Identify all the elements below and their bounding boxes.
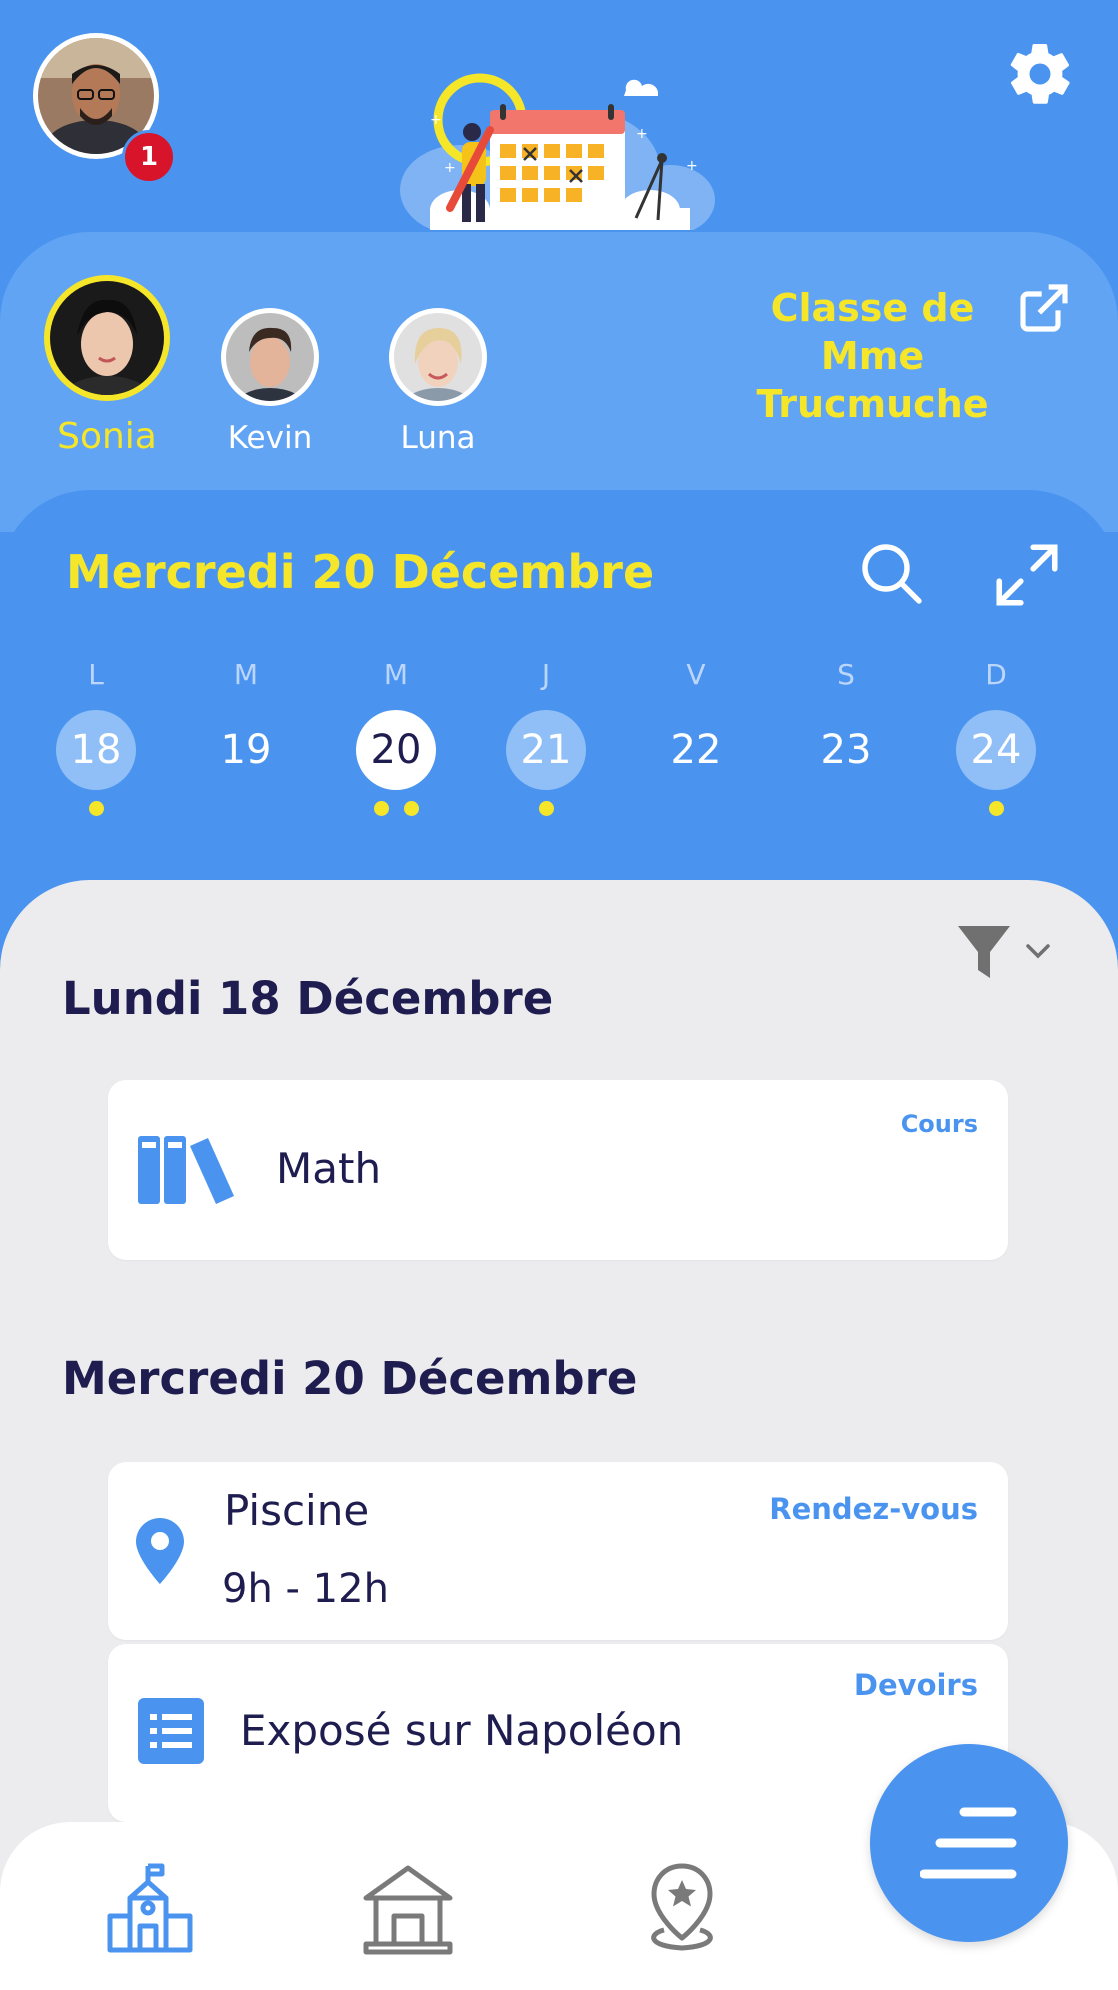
class-link[interactable]: Classe de Mme Trucmuche	[740, 284, 1005, 428]
child-avatar-kevin	[221, 308, 319, 406]
child-name-kevin: Kevin	[227, 420, 313, 456]
svg-text:+: +	[444, 160, 456, 176]
location-star-icon[interactable]	[634, 1860, 730, 1956]
child-selector-luna[interactable]: Luna	[380, 308, 496, 456]
item-type-label: Devoirs	[853, 1668, 978, 1702]
day-of-week-label: D	[985, 658, 1007, 691]
calendar-day-21[interactable]: 21	[506, 710, 586, 790]
search-icon[interactable]	[856, 538, 928, 610]
child-selector-sonia[interactable]: Sonia	[40, 274, 174, 457]
event-indicator-dot	[538, 801, 554, 816]
child-name-sonia: Sonia	[57, 416, 157, 457]
filter-icon	[958, 926, 1010, 978]
gear-icon[interactable]	[1004, 38, 1076, 110]
agenda-item-expose[interactable]: Devoirs Exposé sur Napoléon	[108, 1644, 1008, 1822]
calendar-illustration: + + + +	[400, 73, 715, 230]
filter-dropdown[interactable]	[952, 920, 1072, 984]
item-type-label: Rendez-vous	[769, 1492, 978, 1526]
day-of-week-label: S	[837, 658, 855, 691]
chevron-down-icon	[1026, 944, 1050, 959]
class-label-line: Mme	[820, 334, 925, 378]
item-time: 9h - 12h	[222, 1566, 389, 1612]
day-of-week-label: M	[233, 658, 259, 691]
child-avatar-luna	[389, 308, 487, 406]
child-name-luna: Luna	[400, 420, 476, 456]
agenda-item-piscine[interactable]: Rendez-vous Piscine 9h - 12h	[108, 1462, 1008, 1640]
event-indicator-dot	[988, 801, 1004, 816]
child-selector-kevin[interactable]: Kevin	[212, 308, 328, 456]
calendar-day-24[interactable]: 24	[956, 710, 1036, 790]
item-type-label: Cours	[900, 1110, 978, 1138]
day-of-week-label: L	[88, 658, 104, 691]
school-icon[interactable]	[102, 1860, 198, 1956]
books-icon	[138, 1136, 234, 1204]
item-title: Piscine	[224, 1486, 370, 1535]
class-label-line: Classe de	[770, 286, 975, 330]
agenda-item-math[interactable]: Cours Math	[108, 1080, 1008, 1260]
svg-text:+: +	[636, 126, 648, 142]
list-icon	[138, 1698, 204, 1764]
expand-icon[interactable]	[990, 538, 1064, 612]
calendar-day-19[interactable]: 19	[206, 710, 286, 790]
calendar-day-23[interactable]: 23	[806, 710, 886, 790]
svg-text:+: +	[686, 158, 698, 174]
day-of-week-label: M	[383, 658, 409, 691]
svg-text:+: +	[430, 112, 442, 128]
location-pin-icon	[136, 1518, 184, 1584]
home-icon[interactable]	[360, 1860, 456, 1956]
calendar-day-20[interactable]: 20	[356, 710, 436, 790]
item-title: Math	[276, 1144, 382, 1193]
class-label-line: Trucmuche	[756, 382, 989, 426]
event-indicator-dot	[403, 801, 419, 816]
child-avatar-sonia	[44, 275, 170, 401]
event-indicator-dot	[88, 801, 104, 816]
calendar-day-18[interactable]: 18	[56, 710, 136, 790]
external-link-icon[interactable]	[1016, 280, 1072, 336]
menu-icon	[920, 1807, 1017, 1879]
menu-fab-button[interactable]	[870, 1744, 1068, 1942]
agenda-day-heading: Lundi 18 Décembre	[62, 972, 554, 1025]
day-of-week-label: V	[686, 658, 706, 691]
day-of-week-label: J	[541, 658, 551, 691]
calendar-day-22[interactable]: 22	[656, 710, 736, 790]
agenda-day-heading: Mercredi 20 Décembre	[62, 1352, 638, 1405]
event-indicator-dot	[373, 801, 389, 816]
selected-date-title: Mercredi 20 Décembre	[66, 545, 655, 599]
notification-badge[interactable]: 1	[122, 130, 176, 184]
item-title: Exposé sur Napoléon	[240, 1706, 684, 1755]
